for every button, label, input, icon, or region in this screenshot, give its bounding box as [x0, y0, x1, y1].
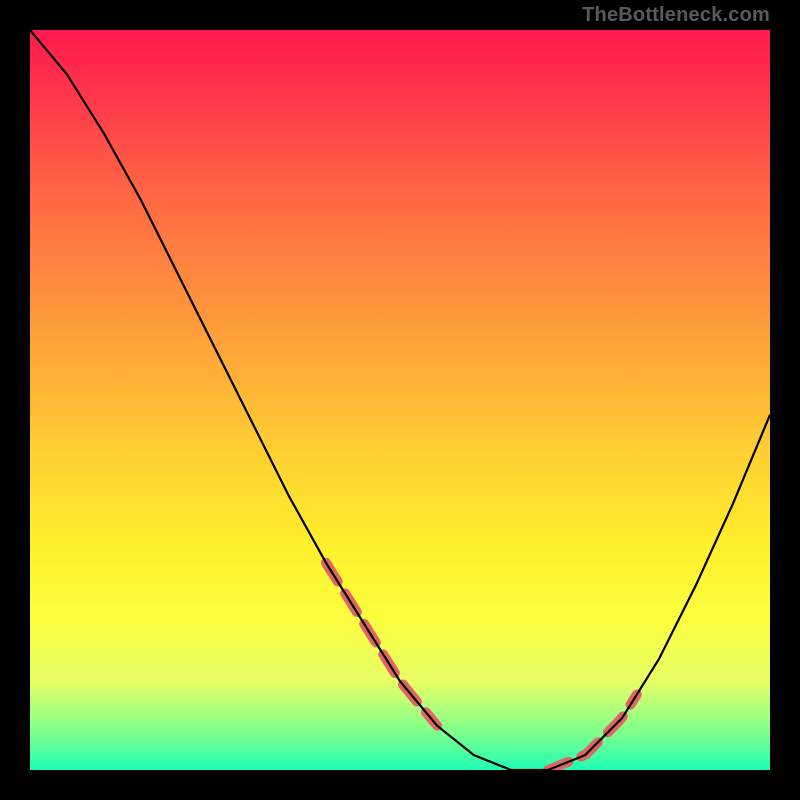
watermark-text: TheBottleneck.com — [582, 4, 770, 27]
highlight-segment-right — [548, 695, 637, 771]
highlight-segment-left — [326, 563, 437, 726]
curve-svg — [30, 30, 770, 770]
bottleneck-curve — [30, 30, 770, 770]
chart-frame: TheBottleneck.com — [0, 0, 800, 800]
plot-area — [30, 30, 770, 770]
